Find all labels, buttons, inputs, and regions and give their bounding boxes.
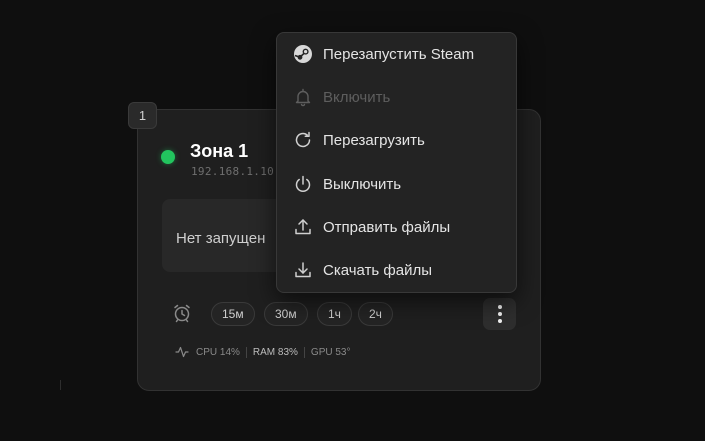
cpu-stat: CPU 14% [196,346,240,358]
zone-ip-address: 192.168.1.10 [191,165,275,178]
upload-icon [293,217,313,237]
menu-item-label: Перезагрузить [323,131,425,149]
download-icon [293,260,313,280]
status-indicator [161,150,175,164]
ram-stat: RAM 83% [252,346,298,358]
alarm-clock-icon [172,303,192,323]
menu-item-shutdown[interactable]: Выключить [277,164,516,204]
session-status-text: Нет запущен [176,230,266,247]
power-icon [293,174,313,194]
refresh-icon [293,130,313,150]
menu-item-label: Выключить [323,175,402,193]
steam-icon [293,44,313,64]
menu-item-power-on[interactable]: Включить [277,77,516,117]
menu-item-label: Включить [323,88,391,106]
timer-15m-button[interactable]: 15м [211,302,255,326]
activity-icon [175,346,189,358]
bell-icon [293,87,313,107]
menu-item-download-files[interactable]: Скачать файлы [277,250,516,290]
menu-item-restart-steam[interactable]: Перезапустить Steam [277,34,516,74]
timer-1h-button[interactable]: 1ч [317,302,352,326]
more-dot [497,319,502,323]
gpu-stat: GPU 53° [310,346,351,358]
system-stats: CPU 14% RAM 83% GPU 53° [175,346,351,358]
divider [245,346,247,358]
timer-2h-button[interactable]: 2ч [358,302,393,326]
more-dot [497,305,502,309]
context-menu: Перезапустить Steam Включить Перезагрузи… [276,32,517,293]
divider [60,380,61,390]
divider [303,346,305,358]
more-dot [497,312,502,316]
menu-item-label: Перезапустить Steam [323,45,475,63]
menu-item-label: Скачать файлы [323,261,433,279]
menu-item-reboot[interactable]: Перезагрузить [277,120,516,160]
more-options-button[interactable] [483,298,516,330]
menu-item-label: Отправить файлы [323,218,451,236]
zone-title: Зона 1 [190,141,249,161]
menu-item-upload-files[interactable]: Отправить файлы [277,207,516,247]
timer-30m-button[interactable]: 30м [264,302,308,326]
zone-number-badge: 1 [128,102,157,129]
